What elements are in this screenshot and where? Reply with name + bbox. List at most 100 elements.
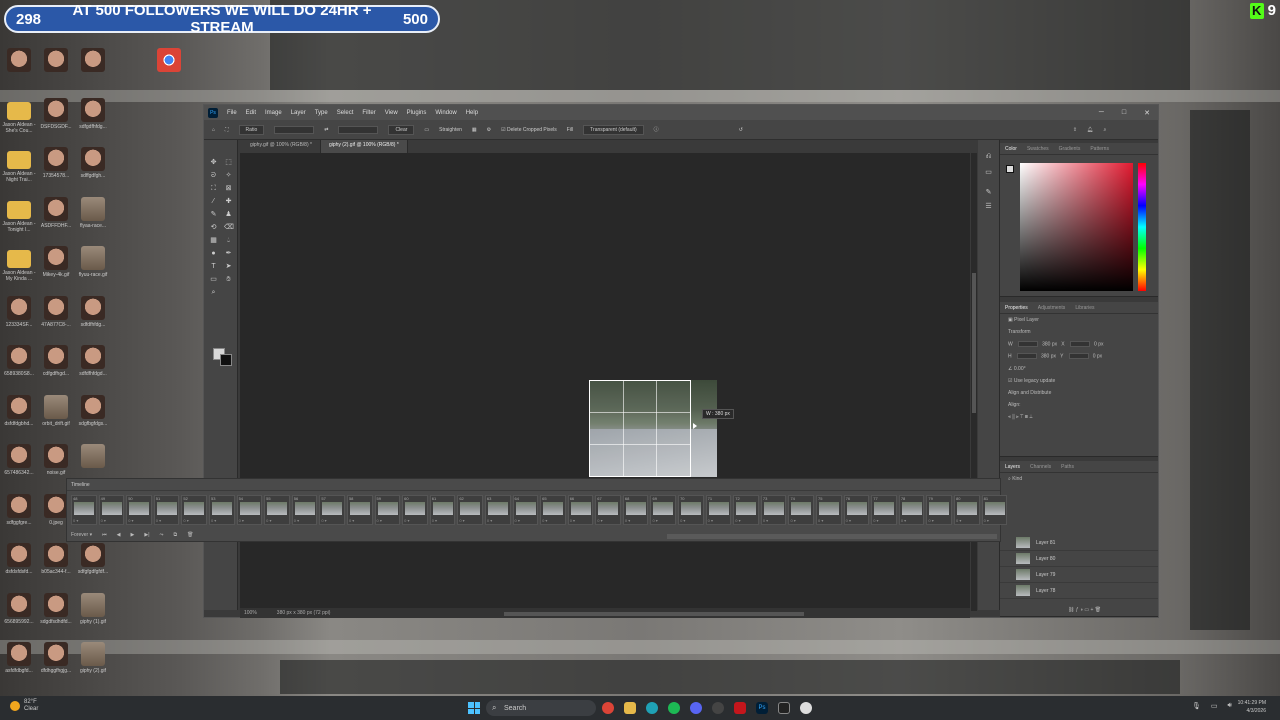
desktop-icon[interactable]: flyaa-race... [74,196,112,229]
desktop-icon[interactable]: 47A877C8-... [37,295,75,328]
history-brush-icon[interactable]: ⟲ [209,223,218,232]
zoom-tool-icon[interactable]: ⌕ [209,288,218,297]
menu-filter[interactable]: Filter [362,110,375,116]
frame-delay[interactable]: 0 ▾ [570,518,575,523]
network-icon[interactable]: ▭ [1211,702,1218,710]
layers-panel-tab[interactable]: Layers [1005,464,1020,470]
desktop-icon[interactable] [150,48,188,74]
timeline-frame[interactable]: 78 0 ▾ [898,495,925,525]
crop-box[interactable] [589,380,691,477]
desktop-icon[interactable]: flyuu-race.gif [74,246,112,278]
link-layers-icon[interactable]: ⛓ [1068,607,1074,613]
menu-view[interactable]: View [385,110,398,116]
align-right-icon[interactable]: ⫸ [1016,414,1019,420]
delete-cropped-checkbox[interactable]: ☑ Delete Cropped Pixels [501,127,557,133]
desktop-icon[interactable] [74,444,112,470]
eraser-icon[interactable]: ⌫ [224,223,234,232]
timeline-frame[interactable]: 57 0 ▾ [319,495,345,525]
timeline-frame[interactable]: 48 0 ▾ [71,495,97,525]
frame-delay[interactable]: 0 ▾ [349,518,354,523]
menu-file[interactable]: File [227,110,237,116]
timeline-frame[interactable]: 81 0 ▾ [981,495,1008,525]
info-icon[interactable]: ⓘ [654,126,659,133]
obs-app-icon[interactable] [712,702,724,714]
frame-delay[interactable]: 0 ▾ [680,518,685,523]
timeline-frame[interactable]: 73 0 ▾ [760,495,787,525]
blur-tool-icon[interactable]: 💧︎ [224,236,233,245]
crop-tool-icon[interactable]: ⛶ [225,127,229,133]
weather-widget[interactable]: 82°F Clear [10,699,38,713]
frame-delay[interactable]: 0 ▾ [956,518,961,523]
minimize-button[interactable]: ─ [1099,109,1104,117]
loop-select[interactable]: Forever ▾ [71,532,92,538]
desktop-icon[interactable]: 123334SF... [0,295,38,328]
duplicate-frame-icon[interactable]: ⧉ [174,532,178,538]
frame-delay[interactable]: 0 ▾ [542,518,547,523]
align-left-icon[interactable]: ⫷ [1008,414,1011,420]
properties-panel-tab[interactable]: Libraries [1075,305,1094,311]
align-center-icon[interactable]: ⫼ [1012,414,1014,420]
menu-type[interactable]: Type [315,110,328,116]
frame-delay[interactable]: 0 ▾ [846,518,851,523]
brush-icon[interactable]: ✎ [984,188,993,197]
close-button[interactable]: ✕ [1144,109,1150,117]
frame-delay[interactable]: 0 ▾ [128,518,133,523]
properties-panel-tab[interactable]: Properties [1005,305,1028,311]
timeline-frame[interactable]: 53 0 ▾ [208,495,235,525]
timeline-frame[interactable]: 76 0 ▾ [843,495,870,525]
frame-delay[interactable]: 0 ▾ [183,518,188,523]
timeline-frame[interactable]: 68 0 ▾ [622,495,649,525]
taskbar-search[interactable]: ⌕ Search [486,700,596,716]
y-field[interactable] [1068,353,1089,360]
healing-brush-icon[interactable]: ✚ [224,197,233,206]
layers-panel-tab[interactable]: Paths [1061,464,1074,470]
timeline-frame[interactable]: 49 0 ▾ [98,495,125,525]
menu-layer[interactable]: Layer [291,110,306,116]
stamp-tool-icon[interactable]: ♟ [224,210,233,219]
frame-delay[interactable]: 0 ▾ [735,518,740,523]
frame-delay[interactable]: 0 ▾ [597,518,602,523]
file-explorer-icon[interactable] [624,702,636,714]
desktop-icon[interactable]: cdfgdfhgd... [37,345,75,377]
layer-row[interactable]: Layer 81 [1000,535,1158,551]
maximize-button[interactable]: □ [1122,109,1126,117]
frame-delay[interactable]: 0 ▾ [156,518,161,523]
frame-delay[interactable]: 0 ▾ [101,518,106,523]
color-panel-tab[interactable]: Gradients [1059,146,1081,152]
adjust-icon[interactable]: ☰ [984,202,993,211]
gradient-tool-icon[interactable]: ▦ [209,236,218,245]
document-tab[interactable]: giphy (2).gif @ 100% (RGB/8) * [320,140,408,153]
timeline-frame[interactable]: 69 0 ▾ [650,495,677,525]
timeline-frame[interactable]: 65 0 ▾ [540,495,566,525]
desktop-icon[interactable]: giphy (1).gif [74,592,112,625]
frame-delay[interactable]: 0 ▾ [266,518,271,523]
timeline-frame[interactable]: 55 0 ▾ [264,495,290,525]
frame-delay[interactable]: 0 ▾ [901,518,906,523]
desktop-icon[interactable] [37,48,75,74]
timeline-frame[interactable]: 61 0 ▾ [429,495,456,525]
desktop-icon[interactable]: dsfdfdgbhd... [0,394,38,427]
ratio-height-field[interactable] [338,125,379,134]
edge-app-icon[interactable] [646,702,658,714]
timeline-frame[interactable]: 58 0 ▾ [346,495,373,525]
timeline-frame[interactable]: 56 0 ▾ [291,495,318,525]
add-mask-icon[interactable]: ◑ [1080,607,1083,613]
scrollbar-thumb[interactable] [972,273,976,413]
timeline-frame[interactable]: 77 0 ▾ [871,495,897,525]
layers-panel-tab[interactable]: Channels [1030,464,1051,470]
acrobat-app-icon[interactable] [734,702,746,714]
timeline-frame[interactable]: 64 0 ▾ [512,495,539,525]
frame-delay[interactable]: 0 ▾ [294,518,299,523]
mic-icon[interactable]: 🎙︎ [1192,702,1201,710]
desktop-icon[interactable]: sdfdfhfdgd... [74,345,112,377]
background-color-swatch[interactable] [220,354,232,366]
frame-delay[interactable]: 0 ▾ [321,518,326,523]
settings-gear-icon[interactable]: ⚙ [487,127,491,133]
color-panel-tab[interactable]: Patterns [1090,146,1109,152]
share-icon[interactable]: ⇪ [1073,127,1077,133]
grid-overlay-icon[interactable]: ▦ [472,127,477,133]
next-frame-icon[interactable]: ▶| [144,532,149,538]
swap-icon[interactable]: ⇄ [324,127,328,133]
width-field[interactable] [1018,341,1039,347]
desktop-icon[interactable]: sdgdfsdhdfd... [37,592,75,625]
